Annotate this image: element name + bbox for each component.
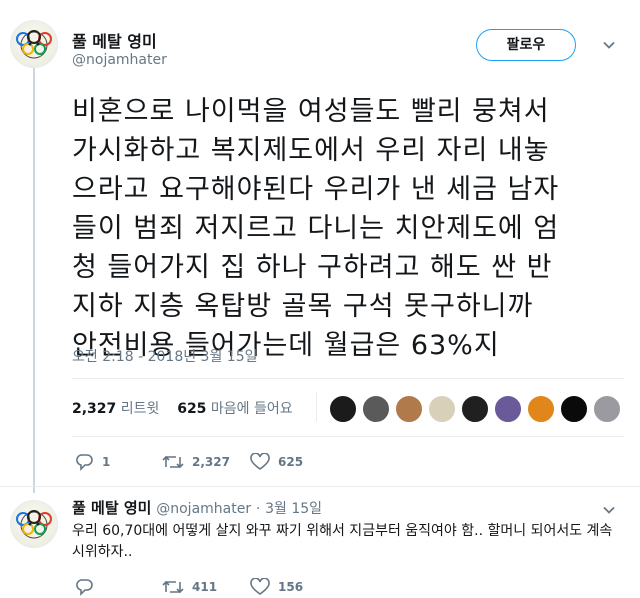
liker-avatar[interactable] bbox=[427, 394, 457, 424]
reply-header: 풀 메탈 영미 @nojamhater · 3월 15일 bbox=[72, 497, 322, 518]
reply-separator: · bbox=[255, 501, 261, 517]
engagement-stats: 2,327 리트윗 625 마음에 들어요 bbox=[72, 398, 293, 418]
chevron-down-icon[interactable] bbox=[602, 38, 616, 52]
tweet-text-line: 으라고 요구해야된다 우리가 낸 세금 남자 bbox=[72, 174, 560, 205]
like-label: 마음에 들어요 bbox=[210, 401, 293, 417]
divider bbox=[72, 378, 624, 379]
follow-button[interactable]: 팔로우 bbox=[476, 29, 576, 61]
retweet-count: 2,327 bbox=[72, 401, 117, 417]
liker-avatar[interactable] bbox=[493, 394, 523, 424]
reply-action[interactable]: 1 bbox=[76, 453, 110, 471]
reply-display-name[interactable]: 풀 메탈 영미 bbox=[72, 499, 151, 517]
liker-avatar[interactable] bbox=[394, 394, 424, 424]
reply-reply-action[interactable] bbox=[76, 578, 102, 596]
reply-count: 1 bbox=[102, 455, 111, 469]
retweet-icon bbox=[162, 455, 184, 469]
reply-text: 우리 60,70대에 어떻게 살지 와꾸 짜기 위해서 지금부터 움직여야 함.… bbox=[72, 523, 613, 560]
tweet-text-line: 청 들어가지 집 하나 구하려고 해도 싼 반 bbox=[72, 252, 553, 283]
likers-avatars bbox=[328, 394, 622, 424]
thread-line bbox=[33, 68, 35, 493]
liker-avatar[interactable] bbox=[328, 394, 358, 424]
reply-retweet-count: 411 bbox=[192, 580, 218, 594]
liker-avatar[interactable] bbox=[559, 394, 589, 424]
avatar-art bbox=[16, 510, 52, 539]
chevron-down-icon[interactable] bbox=[602, 503, 616, 517]
user-handle[interactable]: @nojamhater bbox=[72, 52, 167, 68]
reply-like-count: 156 bbox=[278, 580, 304, 594]
avatar[interactable] bbox=[10, 20, 58, 68]
stats-divider bbox=[316, 392, 317, 422]
liker-avatar[interactable] bbox=[460, 394, 490, 424]
retweet-action-count: 2,327 bbox=[192, 455, 230, 469]
liker-avatar[interactable] bbox=[592, 394, 622, 424]
reply-like-action[interactable]: 156 bbox=[250, 578, 303, 596]
tweet-text-line: 지하 지층 옥탑방 골목 구석 못구하니까 bbox=[72, 291, 534, 322]
tweet-text-line: 가시화하고 복지제도에서 우리 자리 내놓 bbox=[72, 135, 550, 166]
reply-avatar[interactable] bbox=[10, 500, 58, 548]
reply-date[interactable]: 3월 15일 bbox=[265, 501, 322, 517]
retweet-stat[interactable]: 2,327 리트윗 bbox=[72, 401, 159, 417]
retweet-label: 리트윗 bbox=[120, 401, 160, 417]
reply-icon bbox=[76, 579, 93, 596]
liker-avatar[interactable] bbox=[361, 394, 391, 424]
heart-icon bbox=[250, 453, 270, 470]
reply-icon bbox=[76, 454, 93, 471]
reply-retweet-action[interactable]: 411 bbox=[162, 578, 217, 596]
tweet-text-line: 들이 범죄 저지르고 다니는 치안제도에 엄 bbox=[72, 213, 560, 244]
retweet-action[interactable]: 2,327 bbox=[162, 453, 230, 471]
display-name[interactable]: 풀 메탈 영미 bbox=[72, 28, 157, 52]
liker-avatar[interactable] bbox=[526, 394, 556, 424]
divider bbox=[72, 436, 624, 437]
tweet-text-line: 비혼으로 나이먹을 여성들도 빨리 뭉쳐서 bbox=[72, 96, 550, 127]
reply-handle[interactable]: @nojamhater bbox=[156, 501, 251, 517]
avatar-art bbox=[16, 30, 52, 59]
tweet-timestamp[interactable]: 오전 2:18 - 2018년 3월 15일 bbox=[72, 346, 258, 366]
like-stat[interactable]: 625 마음에 들어요 bbox=[177, 401, 292, 417]
retweet-icon bbox=[162, 580, 184, 594]
tweet-text: 비혼으로 나이먹을 여성들도 빨리 뭉쳐서 가시화하고 복지제도에서 우리 자리… bbox=[72, 92, 632, 365]
tweet-separator bbox=[0, 486, 640, 487]
like-count: 625 bbox=[177, 401, 207, 417]
like-action-count: 625 bbox=[278, 455, 304, 469]
like-action[interactable]: 625 bbox=[250, 453, 303, 471]
heart-icon bbox=[250, 578, 270, 595]
